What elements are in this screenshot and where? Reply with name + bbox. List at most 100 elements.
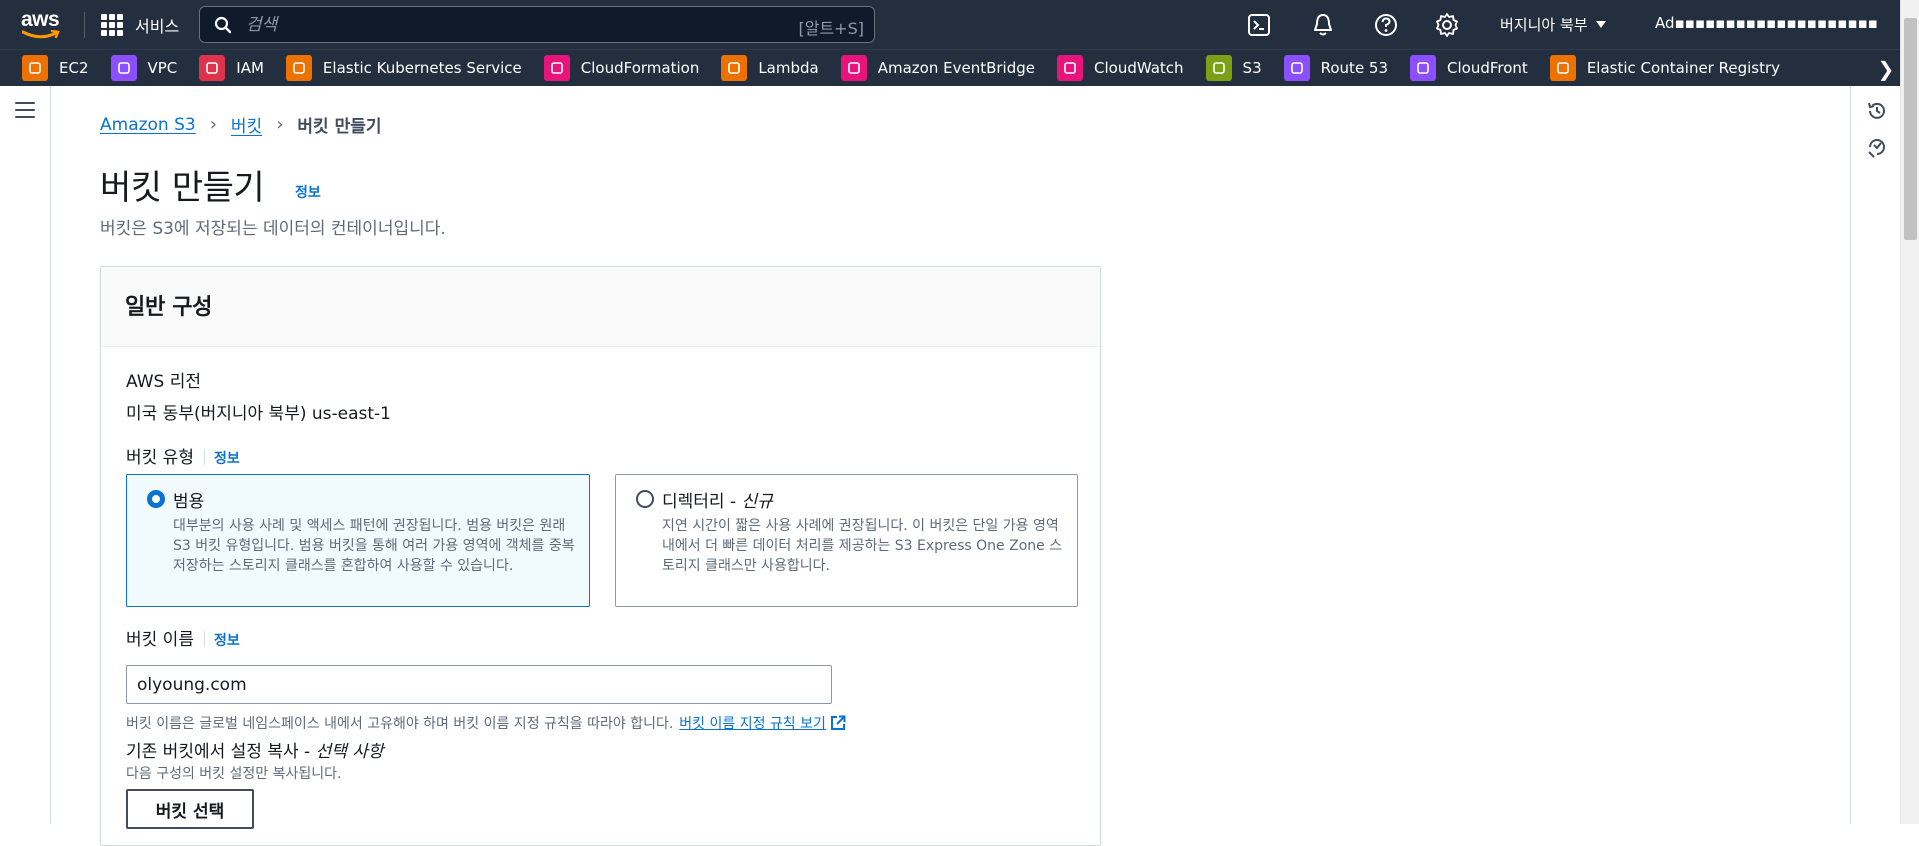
service-icon [285, 55, 312, 81]
favorite-label: Amazon EventBridge [877, 59, 1035, 77]
external-link-icon[interactable] [830, 715, 846, 731]
services-grid-icon [101, 14, 123, 36]
bucket-naming-rules-link[interactable]: 버킷 이름 지정 규칙 보기 [679, 713, 826, 733]
service-icon [22, 55, 48, 81]
service-icon [1410, 55, 1437, 81]
global-search[interactable]: [알트+S] [199, 6, 875, 43]
service-icon [1283, 55, 1310, 81]
service-icon [1205, 55, 1232, 81]
service-icon [840, 55, 867, 81]
bucket-name-input[interactable] [126, 665, 832, 704]
general-purpose-description: 대부분의 사용 사례 및 액세스 패턴에 권장됩니다. 범용 버킷은 원래 S3… [173, 518, 575, 574]
favorite-route-53[interactable]: Route 53 [1283, 55, 1389, 81]
directory-title: 디렉터리 - 신규 [662, 492, 773, 512]
help-icon[interactable] [1373, 12, 1399, 38]
service-icon [1057, 55, 1083, 81]
breadcrumb-buckets[interactable]: 버킷 [231, 112, 262, 137]
copy-settings-description: 다음 구성의 버킷 설정만 복사됩니다. [126, 766, 342, 782]
chevron-right-icon: › [209, 114, 217, 135]
bucket-type-label: 버킷 유형 [126, 448, 194, 468]
breadcrumb: Amazon S3 › 버킷 › 버킷 만들기 [100, 112, 382, 137]
bucket-type-general-purpose[interactable]: 범용 대부분의 사용 사례 및 액세스 패턴에 권장됩니다. 범용 버킷은 원래… [126, 474, 590, 607]
aws-logo-text: aws [21, 8, 60, 31]
region-selector[interactable]: 버지니아 북부 [1500, 14, 1606, 35]
favorite-label: CloudWatch [1094, 59, 1184, 77]
copy-settings-optional: 선택 사항 [315, 742, 384, 762]
directory-new-tag: 신규 [741, 492, 773, 512]
favorite-elastic-container-registry[interactable]: Elastic Container Registry [1549, 55, 1781, 81]
bucket-name-label-row: 버킷 이름 정보 [126, 625, 240, 650]
service-icon [721, 55, 748, 81]
service-icon [110, 55, 137, 81]
services-menu[interactable]: 서비스 [101, 13, 179, 37]
panel-header: 일반 구성 [101, 267, 1100, 347]
directory-description: 지연 시간이 짧은 사용 사례에 권장됩니다. 이 버킷은 단일 가용 영역 내… [662, 518, 1063, 574]
favorite-cloudfront[interactable]: CloudFront [1410, 55, 1528, 81]
favorite-label: VPC [147, 59, 178, 77]
account-menu[interactable]: Ad▪▪▪▪▪▪▪▪▪▪▪▪▪▪▪▪▪▪▪▪ [1655, 14, 1900, 32]
scrollbar-thumb[interactable] [1904, 18, 1917, 240]
favorite-iam[interactable]: IAM [199, 55, 264, 81]
favorite-label: S3 [1242, 59, 1262, 77]
favorite-label: Elastic Kubernetes Service [322, 59, 522, 77]
bell-icon[interactable] [1310, 12, 1336, 38]
feedback-icon[interactable] [1866, 136, 1888, 158]
copy-settings-label: 기존 버킷에서 설정 복사 - 선택 사항 [126, 742, 384, 762]
favorite-label: CloudFront [1447, 59, 1528, 77]
choose-bucket-button[interactable]: 버킷 선택 [126, 789, 254, 829]
favorites-scroll-right-icon[interactable]: ❯ [1872, 50, 1900, 86]
caret-down-icon [1595, 20, 1606, 28]
search-icon [214, 16, 232, 34]
gear-icon[interactable] [1434, 12, 1460, 38]
top-navigation: aws 서비스 [알트+S] 버지니아 북부 [0, 0, 1900, 49]
favorite-label: EC2 [59, 59, 89, 77]
breadcrumb-amazon-s3[interactable]: Amazon S3 [100, 115, 196, 135]
favorite-vpc[interactable]: VPC [110, 55, 178, 81]
bucket-type-label-row: 버킷 유형 정보 [126, 443, 240, 468]
main-content: Amazon S3 › 버킷 › 버킷 만들기 버킷 만들기 정보 버킷은 S3… [52, 86, 1850, 846]
page-title: 버킷 만들기 [100, 168, 265, 208]
favorites-bar: EC2 VPC IAM Elastic Kubernetes Service Cloud… [0, 49, 1900, 86]
service-icon [1549, 55, 1576, 81]
favorite-label: CloudFormation [580, 59, 700, 77]
aws-region-value: 미국 동부(버지니아 북부) us-east-1 [126, 404, 391, 424]
page-description: 버킷은 S3에 저장되는 데이터의 컨테이너입니다. [100, 219, 446, 239]
services-label: 서비스 [135, 17, 180, 36]
favorite-lambda[interactable]: Lambda [721, 55, 819, 81]
right-tools-rail [1850, 86, 1900, 824]
menu-icon[interactable] [15, 102, 35, 118]
favorite-label: Route 53 [1320, 59, 1389, 77]
cloudshell-icon[interactable] [1246, 12, 1272, 38]
bucket-name-info-link[interactable]: 정보 [214, 633, 240, 649]
favorite-cloudformation[interactable]: CloudFormation [543, 55, 700, 81]
aws-logo[interactable]: aws [21, 9, 63, 41]
left-navigation-rail [0, 86, 51, 824]
bucket-name-hint: 버킷 이름은 글로벌 네임스페이스 내에서 고유해야 하며 버킷 이름 지정 규… [126, 713, 846, 733]
general-configuration-panel: 일반 구성 AWS 리전 미국 동부(버지니아 북부) us-east-1 버킷… [100, 266, 1101, 846]
favorite-amazon-eventbridge[interactable]: Amazon EventBridge [840, 55, 1035, 81]
favorite-ec2[interactable]: EC2 [22, 55, 89, 81]
chevron-right-icon: › [276, 114, 284, 135]
page-info-link[interactable]: 정보 [295, 182, 321, 202]
bucket-name-label: 버킷 이름 [126, 630, 194, 650]
favorite-cloudwatch[interactable]: CloudWatch [1057, 55, 1184, 81]
radio-selected[interactable] [147, 490, 165, 508]
favorite-s3[interactable]: S3 [1205, 55, 1262, 81]
favorite-label: Elastic Container Registry [1586, 59, 1781, 77]
nav-divider [84, 12, 85, 38]
breadcrumb-current: 버킷 만들기 [297, 117, 382, 137]
aws-smile-icon [22, 30, 60, 39]
bucket-type-info-link[interactable]: 정보 [214, 451, 240, 467]
search-input[interactable] [246, 12, 726, 38]
bucket-type-directory[interactable]: 디렉터리 - 신규 지연 시간이 짧은 사용 사례에 권장됩니다. 이 버킷은 … [615, 474, 1078, 607]
favorite-elastic-kubernetes-service[interactable]: Elastic Kubernetes Service [285, 55, 522, 81]
radio-unselected[interactable] [636, 490, 654, 508]
panel-heading: 일반 구성 [125, 295, 213, 320]
service-icon [543, 55, 570, 81]
history-icon[interactable] [1866, 100, 1888, 122]
page-scrollbar[interactable] [1900, 0, 1919, 824]
region-label: 버지니아 북부 [1500, 16, 1588, 34]
general-purpose-title: 범용 [173, 492, 205, 512]
aws-region-label: AWS 리전 [126, 372, 201, 392]
search-shortcut-hint: [알트+S] [798, 19, 865, 38]
